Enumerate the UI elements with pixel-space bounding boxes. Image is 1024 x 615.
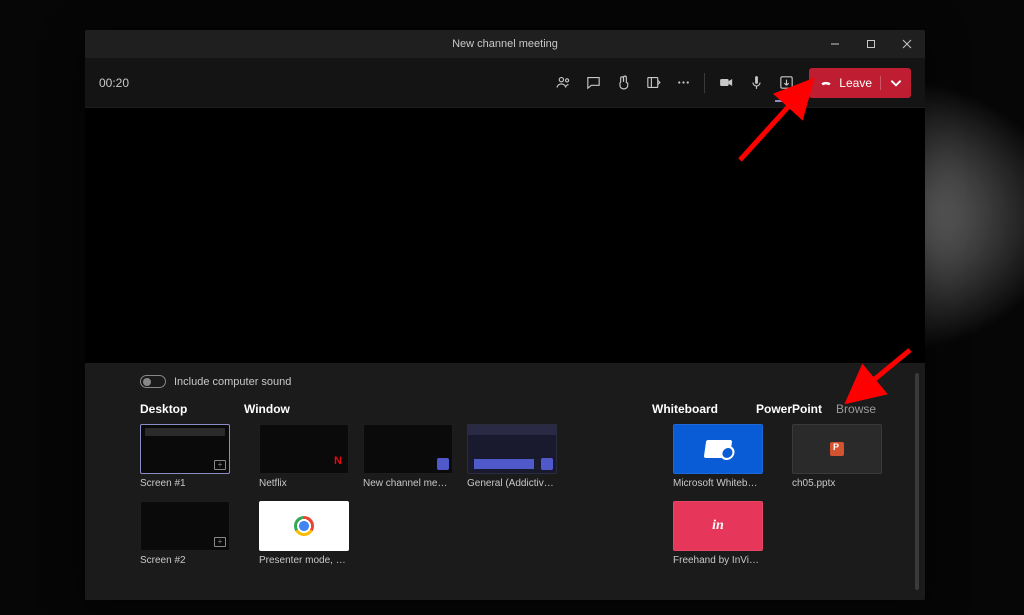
screen2-thumb	[140, 501, 230, 551]
tile-label: Microsoft Whiteboard	[673, 478, 763, 489]
ms-whiteboard-thumb	[673, 424, 763, 474]
tray-scrollbar[interactable]	[915, 373, 919, 590]
tile-label: New channel meeting | …	[363, 478, 453, 489]
netflix-thumb: N	[259, 424, 349, 474]
desktop-screen-tile[interactable]: Screen #1	[140, 424, 230, 489]
reactions-icon[interactable]	[608, 68, 638, 98]
teams-meeting-window: New channel meeting 00:20	[85, 30, 925, 600]
share-tray-icon[interactable]	[771, 68, 801, 98]
share-tray: Include computer sound Desktop Window Wh…	[85, 363, 925, 600]
tile-label: General (AddictiveTips - …	[467, 478, 557, 489]
powerpoint-icon	[830, 442, 844, 456]
expand-icon	[214, 460, 226, 470]
video-stage	[85, 108, 925, 363]
window-tile[interactable]: General (AddictiveTips - …	[467, 424, 557, 489]
share-headers: Desktop Window Whiteboard PowerPoint Bro…	[140, 402, 905, 416]
chat-icon[interactable]	[578, 68, 608, 98]
browse-link[interactable]: Browse	[836, 402, 876, 416]
teams-general-thumb	[467, 424, 557, 474]
tile-label: ch05.pptx	[792, 478, 882, 489]
header-desktop: Desktop	[140, 402, 244, 416]
window-title: New channel meeting	[452, 38, 558, 50]
tile-label: Screen #1	[140, 478, 230, 489]
teams-nc-thumb	[363, 424, 453, 474]
rooms-icon[interactable]	[638, 68, 668, 98]
whiteboard-tile[interactable]: Microsoft Whiteboard	[673, 424, 763, 489]
header-powerpoint: PowerPoint	[756, 402, 822, 416]
tile-label: Screen #2	[140, 555, 230, 566]
close-button[interactable]	[889, 30, 925, 58]
meeting-toolbar: 00:20 Leave	[85, 58, 925, 108]
expand-icon	[214, 537, 226, 547]
tile-label: Presenter mode, notes a…	[259, 555, 349, 566]
window-tile[interactable]: Presenter mode, notes a…	[259, 501, 349, 566]
invision-thumb: in	[673, 501, 763, 551]
include-sound-row: Include computer sound	[140, 375, 905, 388]
tile-label: Freehand by InVision	[673, 555, 763, 566]
leave-button[interactable]: Leave	[809, 68, 911, 98]
ppt-thumb	[792, 424, 882, 474]
header-whiteboard: Whiteboard	[652, 402, 756, 416]
leave-label: Leave	[839, 76, 872, 90]
camera-icon[interactable]	[711, 68, 741, 98]
microphone-icon[interactable]	[741, 68, 771, 98]
more-actions-icon[interactable]	[668, 68, 698, 98]
whiteboard-icon	[704, 440, 733, 458]
screen1-thumb	[140, 424, 230, 474]
toolbar-divider	[704, 73, 705, 93]
maximize-button[interactable]	[853, 30, 889, 58]
leave-chevron-icon[interactable]	[880, 76, 903, 90]
titlebar: New channel meeting	[85, 30, 925, 58]
whiteboard-tile[interactable]: in Freehand by InVision	[673, 501, 763, 566]
desktop-screen-tile[interactable]: Screen #2	[140, 501, 230, 566]
call-timer: 00:20	[99, 76, 129, 90]
window-tile[interactable]: N Netflix	[259, 424, 349, 489]
include-sound-toggle[interactable]	[140, 375, 166, 388]
chrome-thumb	[259, 501, 349, 551]
header-window: Window	[244, 402, 652, 416]
window-tile[interactable]: New channel meeting | …	[363, 424, 453, 489]
participants-icon[interactable]	[548, 68, 578, 98]
window-controls	[817, 30, 925, 58]
powerpoint-tile[interactable]: ch05.pptx	[792, 424, 882, 489]
include-sound-label: Include computer sound	[174, 376, 291, 388]
tile-label: Netflix	[259, 478, 349, 489]
minimize-button[interactable]	[817, 30, 853, 58]
chrome-icon	[294, 516, 314, 536]
